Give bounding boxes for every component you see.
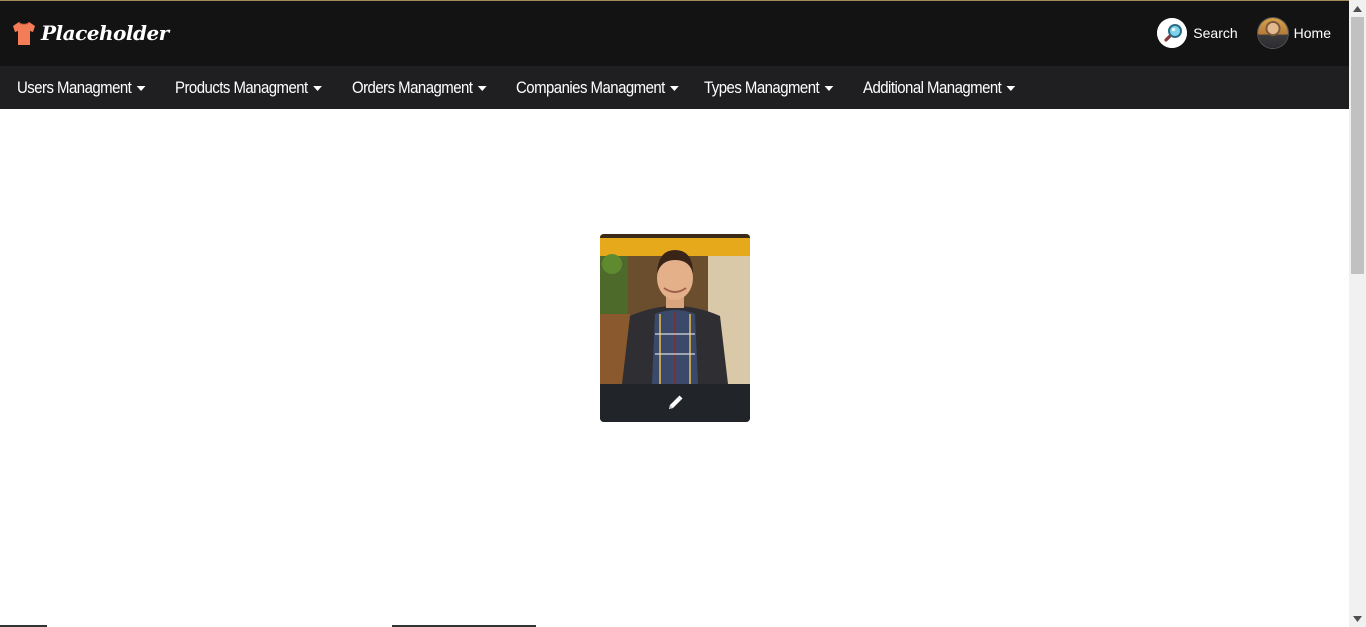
scroll-thumb[interactable]: [1351, 17, 1364, 274]
scroll-down-arrow-icon[interactable]: [1349, 610, 1366, 627]
brand-logo[interactable]: Placeholder: [10, 19, 169, 47]
main-navbar: Users Managment Products Managment Order…: [0, 66, 1349, 109]
vertical-scrollbar[interactable]: [1349, 0, 1366, 627]
profile-card: [600, 234, 750, 422]
nav-label: Additional Managment: [863, 78, 1002, 97]
nav-label: Products Managment: [175, 78, 308, 97]
nav-label: Users Managment: [17, 78, 132, 97]
home-link[interactable]: Home: [1257, 18, 1331, 48]
nav-additional-managment[interactable]: Additional Managment: [863, 66, 1016, 109]
nav-products-managment[interactable]: Products Managment: [175, 66, 322, 109]
tshirt-icon: [13, 21, 35, 45]
nav-users-managment[interactable]: Users Managment: [17, 66, 146, 109]
caret-down-icon: [477, 86, 487, 92]
caret-down-icon: [312, 86, 322, 92]
nav-types-managment[interactable]: Types Managment: [704, 66, 834, 109]
caret-down-icon: [670, 86, 679, 92]
page: Placeholder Search Home Users Managment …: [0, 0, 1349, 627]
home-label: Home: [1293, 25, 1331, 41]
nav-label: Companies Managment: [516, 78, 665, 97]
scroll-up-arrow-icon[interactable]: [1349, 0, 1366, 17]
edit-photo-button[interactable]: [600, 384, 750, 422]
brand-name: Placeholder: [41, 21, 169, 45]
nav-label: Orders Managment: [352, 78, 473, 97]
search-link[interactable]: Search: [1157, 18, 1238, 48]
profile-photo: [600, 234, 750, 384]
magnifier-icon: [1157, 18, 1188, 48]
pencil-icon: [669, 395, 683, 409]
search-label: Search: [1193, 25, 1238, 41]
user-avatar: [1257, 18, 1288, 48]
caret-down-icon: [1006, 86, 1016, 92]
nav-orders-managment[interactable]: Orders Managment: [352, 66, 487, 109]
caret-down-icon: [824, 86, 834, 92]
nav-companies-managment[interactable]: Companies Managment: [516, 66, 679, 109]
site-header: Placeholder Search Home: [0, 1, 1349, 66]
nav-label: Types Managment: [704, 78, 820, 97]
caret-down-icon: [136, 86, 146, 92]
